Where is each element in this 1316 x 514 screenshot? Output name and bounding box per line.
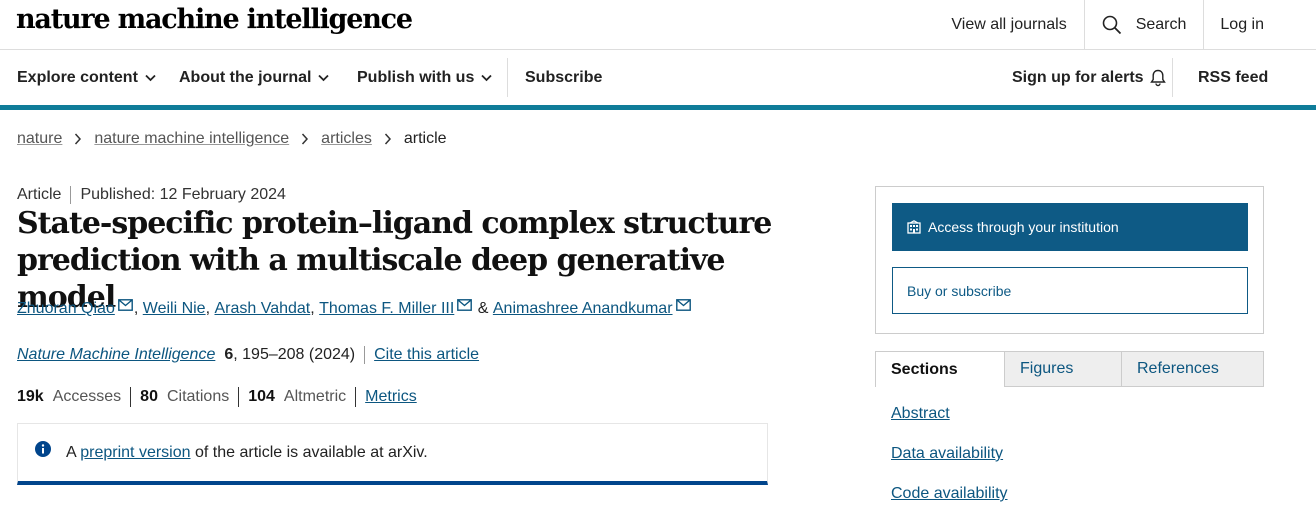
accesses-count: 19k — [17, 388, 44, 405]
chevron-down-icon — [145, 74, 156, 81]
chevron-right-icon — [384, 133, 392, 145]
nav-explore-content[interactable]: Explore content — [17, 50, 156, 105]
preprint-notice: A preprint version of the article is ava… — [17, 423, 768, 485]
notice-text: A preprint version of the article is ava… — [66, 444, 428, 462]
search-label: Search — [1135, 15, 1187, 33]
nav-explore-label: Explore content — [17, 68, 138, 86]
search-icon — [1102, 15, 1121, 34]
cite-article-link[interactable]: Cite this article — [374, 346, 479, 364]
section-link-abstract[interactable]: Abstract — [891, 405, 950, 423]
nav-publish[interactable]: Publish with us — [357, 50, 492, 105]
info-icon — [35, 441, 51, 457]
section-link-data-availability[interactable]: Data availability — [891, 445, 1003, 463]
access-institution-button[interactable]: Access through your institution — [892, 203, 1248, 251]
meta-divider — [70, 186, 72, 204]
published-date: Published: 12 February 2024 — [80, 186, 286, 203]
metrics-link[interactable]: Metrics — [365, 388, 417, 406]
nav-publish-label: Publish with us — [357, 68, 475, 86]
main-nav: Explore content About the journal Publis… — [0, 50, 1316, 105]
volume: 6 — [224, 346, 234, 363]
meta-divider — [364, 346, 366, 364]
breadcrumb-current: article — [403, 130, 447, 147]
altmetric-count: 104 — [248, 388, 275, 405]
metric-divider — [355, 387, 357, 407]
nav-alerts-label: Sign up for alerts — [1012, 68, 1144, 86]
nav-about-label: About the journal — [179, 68, 312, 86]
search-button[interactable]: Search — [1083, 0, 1204, 49]
mail-icon[interactable] — [675, 299, 691, 311]
access-institution-label: Access through your institution — [928, 219, 1119, 235]
article-meta: Article Published: 12 February 2024 — [17, 186, 286, 204]
altmetric-label: Altmetric — [283, 388, 347, 405]
top-links: View all journals Search Log in — [934, 0, 1316, 49]
chevron-down-icon — [481, 74, 492, 81]
author-separator: , — [133, 300, 139, 317]
mail-icon[interactable] — [457, 299, 473, 311]
breadcrumb-journal[interactable]: nature machine intelligence — [94, 130, 289, 148]
mail-icon[interactable] — [117, 299, 133, 311]
citations-count: 80 — [140, 388, 158, 405]
nav-subscribe[interactable]: Subscribe — [525, 50, 602, 105]
preprint-link[interactable]: preprint version — [80, 444, 190, 461]
tab-sections[interactable]: Sections — [875, 351, 1005, 387]
bell-icon — [1149, 69, 1166, 86]
pages-year: , 195–208 (2024) — [233, 346, 356, 363]
access-box: Access through your institution Buy or s… — [875, 186, 1264, 334]
breadcrumb-articles[interactable]: articles — [321, 130, 372, 148]
author-link[interactable]: Animashree Anandkumar — [493, 300, 673, 318]
journal-logo[interactable]: nature machine intelligence — [16, 4, 413, 35]
author-link[interactable]: Thomas F. Miller III — [319, 300, 454, 318]
author-list: Zhuoran Qiao , Weili Nie , Arash Vahdat … — [17, 299, 692, 318]
notice-prefix: A — [66, 444, 76, 461]
author-separator: , — [205, 300, 211, 317]
chevron-down-icon — [318, 74, 330, 81]
accent-bar — [0, 105, 1316, 110]
top-header: nature machine intelligence View all jou… — [0, 0, 1316, 50]
nav-alerts[interactable]: Sign up for alerts — [1012, 50, 1166, 105]
article-metrics: 19k Accesses 80 Citations 104 Altmetric … — [17, 387, 417, 407]
article-type: Article — [17, 186, 62, 203]
author-link[interactable]: Zhuoran Qiao — [17, 300, 115, 318]
author-link[interactable]: Weili Nie — [143, 300, 206, 318]
tab-figures[interactable]: Figures — [1005, 351, 1122, 387]
institution-icon — [907, 220, 921, 234]
nav-rss[interactable]: RSS feed — [1198, 50, 1268, 105]
nav-divider — [507, 58, 508, 97]
breadcrumb: nature nature machine intelligence artic… — [17, 130, 447, 148]
citations-label: Citations — [166, 388, 230, 405]
author-separator: , — [310, 300, 315, 317]
tab-references[interactable]: References — [1122, 351, 1264, 387]
section-link-code-availability[interactable]: Code availability — [891, 485, 1008, 503]
accesses-label: Accesses — [52, 388, 122, 405]
nav-divider — [1172, 58, 1173, 97]
journal-link[interactable]: Nature Machine Intelligence — [17, 346, 215, 364]
buy-subscribe-button[interactable]: Buy or subscribe — [892, 267, 1248, 314]
author-ampersand: & — [477, 300, 489, 317]
citation-line: Nature Machine Intelligence 6 , 195–208 … — [17, 346, 479, 364]
chevron-right-icon — [74, 133, 82, 145]
author-link[interactable]: Arash Vahdat — [214, 300, 310, 318]
nav-about-journal[interactable]: About the journal — [179, 50, 330, 105]
breadcrumb-nature[interactable]: nature — [17, 130, 62, 148]
view-all-journals-link[interactable]: View all journals — [934, 0, 1083, 49]
notice-suffix: of the article is available at arXiv. — [194, 444, 428, 461]
metric-divider — [238, 387, 240, 407]
chevron-right-icon — [301, 133, 309, 145]
metric-divider — [130, 387, 132, 407]
login-link[interactable]: Log in — [1203, 0, 1316, 49]
sidebar-tabs: Sections Figures References — [875, 351, 1264, 387]
